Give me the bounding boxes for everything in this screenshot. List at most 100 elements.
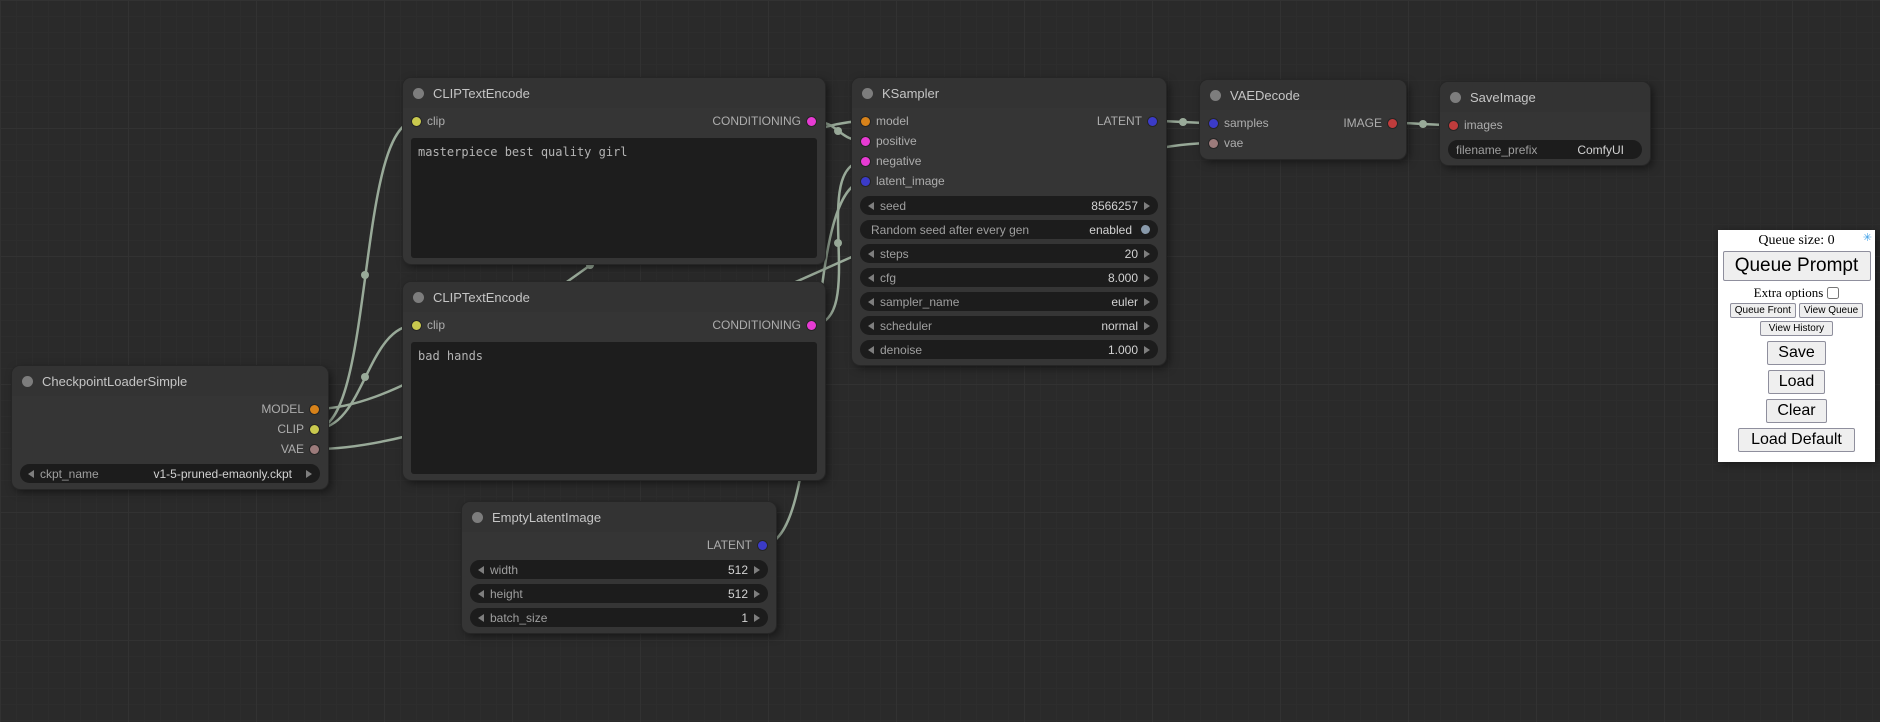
view-history-button[interactable]: View History — [1760, 321, 1833, 336]
widget-height[interactable]: height 512 — [470, 584, 768, 603]
widget-filename-prefix[interactable]: filename_prefix ComfyUI — [1448, 140, 1642, 159]
input-label-images: images — [1464, 118, 1503, 132]
collapse-dot-icon[interactable] — [1450, 92, 1461, 103]
slot-row: CLIP — [12, 419, 328, 439]
decrement-icon[interactable] — [478, 566, 484, 574]
widget-denoise[interactable]: denoise 1.000 — [860, 340, 1158, 359]
increment-icon[interactable] — [1144, 250, 1150, 258]
increment-icon[interactable] — [306, 470, 312, 478]
save-button[interactable]: Save — [1767, 341, 1825, 365]
input-port-positive[interactable] — [861, 137, 870, 146]
increment-icon[interactable] — [1144, 322, 1150, 330]
input-port-negative[interactable] — [861, 157, 870, 166]
widget-label: steps — [880, 247, 909, 261]
input-port-vae[interactable] — [1209, 139, 1218, 148]
view-queue-button[interactable]: View Queue — [1799, 303, 1863, 318]
node-save-image[interactable]: SaveImage images filename_prefix ComfyUI — [1440, 82, 1650, 165]
decrement-icon[interactable] — [868, 322, 874, 330]
output-port-latent[interactable] — [1148, 117, 1157, 126]
node-clip-text-encode-positive[interactable]: CLIPTextEncode clip CONDITIONING masterp… — [403, 78, 825, 264]
settings-icon[interactable]: ✳ — [1863, 233, 1872, 244]
node-title-bar[interactable]: CLIPTextEncode — [403, 78, 825, 108]
widget-sampler-name[interactable]: sampler_name euler — [860, 292, 1158, 311]
slot-row: images — [1440, 115, 1650, 135]
link-midpoint-dot — [1179, 118, 1187, 126]
output-port-image[interactable] — [1388, 119, 1397, 128]
output-label-latent: LATENT — [1097, 114, 1142, 128]
slot-row: model LATENT — [852, 111, 1166, 131]
increment-icon[interactable] — [1144, 298, 1150, 306]
clear-button[interactable]: Clear — [1766, 399, 1826, 423]
decrement-icon[interactable] — [478, 614, 484, 622]
node-title-bar[interactable]: CheckpointLoaderSimple — [12, 366, 328, 396]
output-port-model[interactable] — [310, 405, 319, 414]
increment-icon[interactable] — [754, 566, 760, 574]
increment-icon[interactable] — [1144, 346, 1150, 354]
collapse-dot-icon[interactable] — [413, 292, 424, 303]
widget-random-seed-toggle[interactable]: Random seed after every gen enabled — [860, 220, 1158, 239]
load-button[interactable]: Load — [1768, 370, 1826, 394]
widget-seed[interactable]: seed 8566257 — [860, 196, 1158, 215]
widget-ckpt-name[interactable]: ckpt_name v1-5-pruned-emaonly.ckpt — [20, 464, 320, 483]
widget-batch-size[interactable]: batch_size 1 — [470, 608, 768, 627]
input-label-model: model — [876, 114, 909, 128]
collapse-dot-icon[interactable] — [22, 376, 33, 387]
output-port-clip[interactable] — [310, 425, 319, 434]
queue-prompt-button[interactable]: Queue Prompt — [1723, 251, 1871, 281]
node-checkpoint-loader-simple[interactable]: CheckpointLoaderSimple MODEL CLIP VAE — [12, 366, 328, 489]
input-port-samples[interactable] — [1209, 119, 1218, 128]
input-port-model[interactable] — [861, 117, 870, 126]
input-port-clip[interactable] — [412, 321, 421, 330]
collapse-dot-icon[interactable] — [862, 88, 873, 99]
toggle-indicator-icon[interactable] — [1141, 225, 1150, 234]
widget-width[interactable]: width 512 — [470, 560, 768, 579]
node-title-bar[interactable]: VAEDecode — [1200, 80, 1406, 110]
decrement-icon[interactable] — [28, 470, 34, 478]
node-title-bar[interactable]: CLIPTextEncode — [403, 282, 825, 312]
node-ksampler[interactable]: KSampler model LATENT positive — [852, 78, 1166, 365]
node-title-bar[interactable]: EmptyLatentImage — [462, 502, 776, 532]
output-port-vae[interactable] — [310, 445, 319, 454]
node-graph-canvas[interactable]: CheckpointLoaderSimple MODEL CLIP VAE — [0, 0, 1880, 722]
collapse-dot-icon[interactable] — [413, 88, 424, 99]
widget-steps[interactable]: steps 20 — [860, 244, 1158, 263]
node-empty-latent-image[interactable]: EmptyLatentImage LATENT width 512 height… — [462, 502, 776, 633]
decrement-icon[interactable] — [868, 250, 874, 258]
node-title-bar[interactable]: SaveImage — [1440, 82, 1650, 112]
decrement-icon[interactable] — [868, 274, 874, 282]
collapse-dot-icon[interactable] — [1210, 90, 1221, 101]
decrement-icon[interactable] — [478, 590, 484, 598]
collapse-dot-icon[interactable] — [472, 512, 483, 523]
comfy-menu-panel: Queue size: 0 ✳ Queue Prompt Extra optio… — [1718, 230, 1875, 462]
widget-value: 1 — [741, 611, 748, 625]
slot-row: VAE — [12, 439, 328, 459]
positive-prompt-textarea[interactable]: masterpiece best quality girl — [411, 138, 817, 258]
slot-row: clip CONDITIONING — [403, 315, 825, 335]
extra-options-checkbox[interactable] — [1827, 287, 1839, 299]
node-clip-text-encode-negative[interactable]: CLIPTextEncode clip CONDITIONING bad han… — [403, 282, 825, 480]
increment-icon[interactable] — [754, 590, 760, 598]
widget-value: 512 — [728, 563, 748, 577]
queue-front-button[interactable]: Queue Front — [1730, 303, 1796, 318]
increment-icon[interactable] — [754, 614, 760, 622]
input-port-images[interactable] — [1449, 121, 1458, 130]
node-title-bar[interactable]: KSampler — [852, 78, 1166, 108]
decrement-icon[interactable] — [868, 298, 874, 306]
increment-icon[interactable] — [1144, 202, 1150, 210]
node-vae-decode[interactable]: VAEDecode samples IMAGE vae — [1200, 80, 1406, 159]
widget-cfg[interactable]: cfg 8.000 — [860, 268, 1158, 287]
load-default-button[interactable]: Load Default — [1738, 428, 1855, 452]
decrement-icon[interactable] — [868, 202, 874, 210]
input-port-clip[interactable] — [412, 117, 421, 126]
widget-scheduler[interactable]: scheduler normal — [860, 316, 1158, 335]
input-label-vae: vae — [1224, 136, 1243, 150]
output-port-conditioning[interactable] — [807, 117, 816, 126]
output-port-conditioning[interactable] — [807, 321, 816, 330]
decrement-icon[interactable] — [868, 346, 874, 354]
increment-icon[interactable] — [1144, 274, 1150, 282]
output-port-latent[interactable] — [758, 541, 767, 550]
input-port-latent-image[interactable] — [861, 177, 870, 186]
widget-value: normal — [1101, 319, 1138, 333]
negative-prompt-textarea[interactable]: bad hands — [411, 342, 817, 474]
queue-buttons-row: Queue Front View Queue — [1730, 303, 1863, 318]
